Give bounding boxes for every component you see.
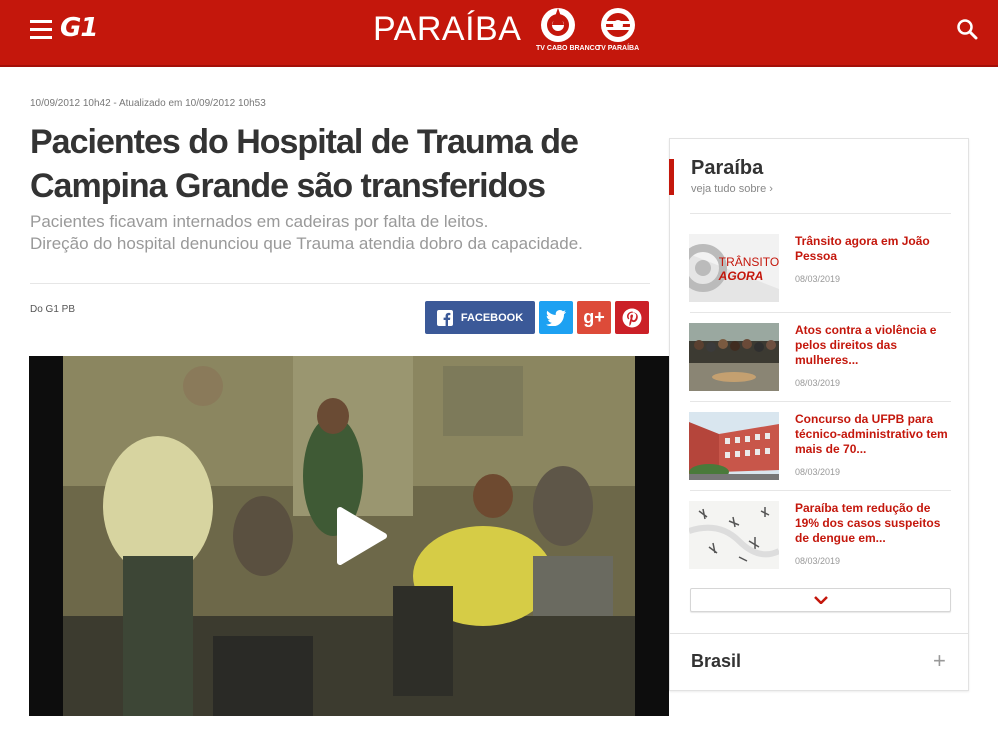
news-date: 08/03/2019 <box>795 556 841 566</box>
section-brasil-label: Brasil <box>691 651 742 671</box>
twitter-share-button[interactable] <box>539 301 573 334</box>
news-headline[interactable]: Atos contra a violência e pelos direitos… <box>795 323 957 368</box>
video-player[interactable] <box>29 356 669 716</box>
section-brasil[interactable]: Brasil + <box>670 634 968 690</box>
load-more-button[interactable] <box>690 588 951 612</box>
news-thumbnail: TRÂNSITO AGORA <box>689 234 779 302</box>
news-date: 08/03/2019 <box>795 467 841 477</box>
divider <box>690 401 951 402</box>
search-icon[interactable] <box>956 18 978 40</box>
news-item[interactable]: Paraíba tem redução de 19% dos casos sus… <box>689 501 953 569</box>
tv-paraiba-logo[interactable]: TV PARAÍBA <box>596 6 640 54</box>
facebook-icon <box>436 309 453 326</box>
news-thumbnail <box>689 412 779 480</box>
news-headline[interactable]: Concurso da UFPB para técnico-administra… <box>795 412 957 457</box>
article-title: Pacientes do Hospital de Trauma de Campi… <box>30 123 579 205</box>
top-header: G1 PARAÍBA TV CABO BRANCO TV PARAÍBA <box>0 0 998 67</box>
pinterest-icon <box>622 308 642 327</box>
see-all-link[interactable]: veja tudo sobre › <box>691 183 773 195</box>
region-title[interactable]: PARAÍBA <box>373 10 521 49</box>
article-source: Do G1 PB <box>30 304 76 315</box>
article-subtitle: Pacientes ficavam internados em cadeiras… <box>30 211 650 255</box>
news-item[interactable]: Atos contra a violência e pelos direitos… <box>689 323 953 391</box>
facebook-label: FACEBOOK <box>460 311 524 324</box>
sidebar-section-title[interactable]: Paraíba <box>691 157 763 180</box>
article-timestamp: 10/09/2012 10h42 - Atualizado em 10/09/2… <box>30 98 266 109</box>
divider <box>30 283 650 284</box>
news-date: 08/03/2019 <box>795 378 841 388</box>
divider <box>690 312 951 313</box>
news-thumbnail <box>689 323 779 391</box>
related-news-sidebar: Paraíba veja tudo sobre › TRÂNSITO AGORA… <box>669 138 969 691</box>
news-item[interactable]: TRÂNSITO AGORA Trânsito agora em João Pe… <box>689 234 953 302</box>
twitter-icon <box>546 309 566 326</box>
news-headline[interactable]: Trânsito agora em João Pessoa <box>795 234 957 264</box>
google-plus-share-button[interactable]: g+ <box>577 301 611 334</box>
tv-cabo-branco-logo[interactable]: TV CABO BRANCO <box>536 6 600 54</box>
news-thumbnail <box>689 501 779 569</box>
expand-plus-icon[interactable]: + <box>933 648 946 674</box>
pinterest-share-button[interactable] <box>615 301 649 334</box>
chevron-down-icon <box>813 596 828 604</box>
thumb-text: AGORA <box>718 269 764 283</box>
menu-icon[interactable] <box>30 20 52 40</box>
facebook-share-button[interactable]: FACEBOOK <box>425 301 535 334</box>
news-date: 08/03/2019 <box>795 274 841 284</box>
thumb-text: TRÂNSITO <box>719 254 779 269</box>
subtitle-line: Direção do hospital denunciou que Trauma… <box>30 234 583 253</box>
divider <box>690 490 951 491</box>
news-item[interactable]: Concurso da UFPB para técnico-administra… <box>689 412 953 480</box>
divider <box>690 213 951 214</box>
g1-logo[interactable]: G1 <box>60 13 98 43</box>
play-icon[interactable] <box>330 504 390 568</box>
section-accent-bar <box>669 159 674 195</box>
subtitle-line: Pacientes ficavam internados em cadeiras… <box>30 212 489 231</box>
news-headline[interactable]: Paraíba tem redução de 19% dos casos sus… <box>795 501 957 546</box>
